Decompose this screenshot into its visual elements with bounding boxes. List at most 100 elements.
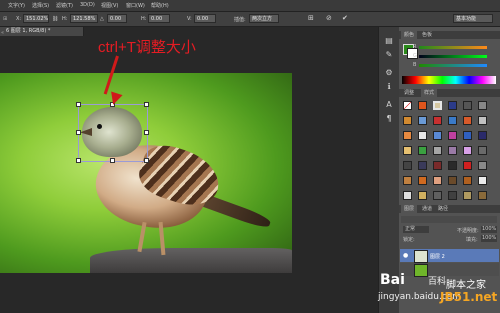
style-swatch[interactable] [478, 131, 487, 140]
style-swatch[interactable] [463, 191, 472, 200]
style-swatch[interactable] [448, 191, 457, 200]
style-swatch[interactable] [403, 131, 412, 140]
paragraph-icon[interactable]: ¶ [382, 113, 396, 125]
style-swatch[interactable] [418, 131, 427, 140]
green-slider[interactable] [419, 55, 487, 58]
style-swatch[interactable] [448, 146, 457, 155]
character-icon[interactable]: A [382, 99, 396, 111]
style-swatch[interactable] [403, 146, 412, 155]
style-swatch[interactable] [418, 101, 427, 110]
color-spectrum-bar[interactable] [402, 76, 496, 84]
cancel-transform-icon[interactable]: ⊘ [326, 14, 332, 22]
blend-mode-select[interactable]: 正常 [403, 226, 429, 233]
style-swatch[interactable] [463, 116, 472, 125]
tab-swatches[interactable]: 色板 [419, 31, 435, 39]
transform-handle-ml[interactable] [76, 130, 81, 135]
style-swatch[interactable] [418, 161, 427, 170]
style-swatch[interactable] [433, 131, 442, 140]
style-swatch[interactable] [403, 161, 412, 170]
tab-color[interactable]: 颜色 [401, 31, 418, 39]
menu-item-help[interactable]: 帮助(H) [151, 2, 169, 9]
style-swatch[interactable] [463, 176, 472, 185]
chain-icon[interactable]: ⛓ [52, 16, 58, 22]
style-swatch[interactable] [403, 191, 412, 200]
commit-transform-icon[interactable]: ✔ [342, 14, 348, 22]
menu-item-text[interactable]: 文字(Y) [8, 2, 25, 9]
width-scale-field[interactable]: 151.02% [23, 14, 49, 23]
fill-field[interactable]: 100% [481, 235, 497, 242]
ref-point-icon[interactable]: ⊞ [3, 16, 7, 22]
tab-adjustments[interactable]: 调整 [401, 89, 417, 97]
properties-icon[interactable]: ⚙ [382, 67, 396, 79]
layer-row-background[interactable] [400, 263, 499, 277]
tab-styles[interactable]: 样式 [421, 89, 438, 97]
layer-filter-bar[interactable] [401, 216, 497, 223]
annotation-label: ctrl+T调整大小 [98, 39, 196, 56]
style-swatch[interactable] [433, 101, 442, 110]
blue-slider[interactable] [419, 64, 487, 67]
workspace-select[interactable]: 基本功能 [453, 14, 493, 23]
transform-handle-tr[interactable] [144, 102, 149, 107]
menu-item-select[interactable]: 选择(S) [32, 2, 49, 9]
free-transform-box[interactable] [78, 104, 148, 162]
style-swatch[interactable] [433, 191, 442, 200]
style-swatch[interactable] [418, 146, 427, 155]
style-swatch[interactable] [463, 131, 472, 140]
style-swatch[interactable] [418, 191, 427, 200]
style-swatch[interactable] [433, 161, 442, 170]
style-swatch[interactable] [448, 161, 457, 170]
style-swatch[interactable] [448, 131, 457, 140]
style-swatch[interactable] [418, 116, 427, 125]
style-swatch[interactable] [403, 176, 412, 185]
style-swatch[interactable] [463, 146, 472, 155]
style-swatch[interactable] [448, 116, 457, 125]
brush-panel-icon[interactable]: ✎ [382, 49, 396, 61]
style-swatch[interactable] [478, 161, 487, 170]
style-swatch[interactable] [433, 146, 442, 155]
tab-layers[interactable]: 图层 [401, 205, 418, 213]
left-scroll-icon[interactable]: « [1, 30, 4, 36]
warp-icon[interactable]: ⊞ [308, 14, 314, 22]
style-swatch[interactable] [478, 101, 487, 110]
hskew-label: H: [141, 16, 147, 22]
style-swatch[interactable] [478, 116, 487, 125]
style-swatch[interactable] [403, 116, 412, 125]
transform-handle-mr[interactable] [144, 130, 149, 135]
style-swatch[interactable] [448, 101, 457, 110]
interpolation-select[interactable]: 两次立方 [249, 14, 279, 23]
style-swatch[interactable] [448, 176, 457, 185]
tab-channels[interactable]: 通道 [419, 205, 435, 213]
style-swatch[interactable] [403, 101, 412, 110]
layer-row-active[interactable]: ● 图层 2 [400, 249, 499, 263]
x-label: X: [16, 16, 22, 22]
hskew-field[interactable]: 0.00 [148, 14, 170, 23]
red-slider[interactable] [419, 46, 487, 49]
style-swatch[interactable] [478, 176, 487, 185]
style-swatch[interactable] [433, 176, 442, 185]
style-swatch[interactable] [478, 191, 487, 200]
transform-handle-bm[interactable] [110, 158, 115, 163]
tab-paths[interactable]: 路径 [435, 205, 451, 213]
style-swatch[interactable] [418, 176, 427, 185]
style-swatch[interactable] [433, 116, 442, 125]
transform-handle-bl[interactable] [76, 158, 81, 163]
history-icon[interactable]: ▤ [382, 35, 396, 47]
vskew-field[interactable]: 0.00 [194, 14, 216, 23]
menu-item-view[interactable]: 视图(V) [101, 2, 118, 9]
layer-name[interactable]: 图层 2 [430, 253, 445, 260]
info-icon[interactable]: ℹ [382, 81, 396, 93]
height-scale-field[interactable]: 121.58% [70, 14, 98, 23]
style-swatch[interactable] [463, 101, 472, 110]
menu-item-filter[interactable]: 滤镜(T) [56, 2, 73, 9]
style-swatch[interactable] [478, 146, 487, 155]
angle-field[interactable]: 0.00 [107, 14, 127, 23]
document-tab[interactable]: 6 图层 1, RGB/8) * [0, 27, 84, 36]
angle-icon: △ [100, 16, 104, 22]
opacity-field[interactable]: 100% [481, 226, 497, 233]
visibility-eye-icon[interactable]: ● [403, 252, 408, 259]
menu-item-3d[interactable]: 3D(D) [80, 2, 95, 8]
transform-handle-tl[interactable] [76, 102, 81, 107]
transform-handle-br[interactable] [144, 158, 149, 163]
menu-item-window[interactable]: 窗口(W) [126, 2, 145, 9]
style-swatch[interactable] [463, 161, 472, 170]
